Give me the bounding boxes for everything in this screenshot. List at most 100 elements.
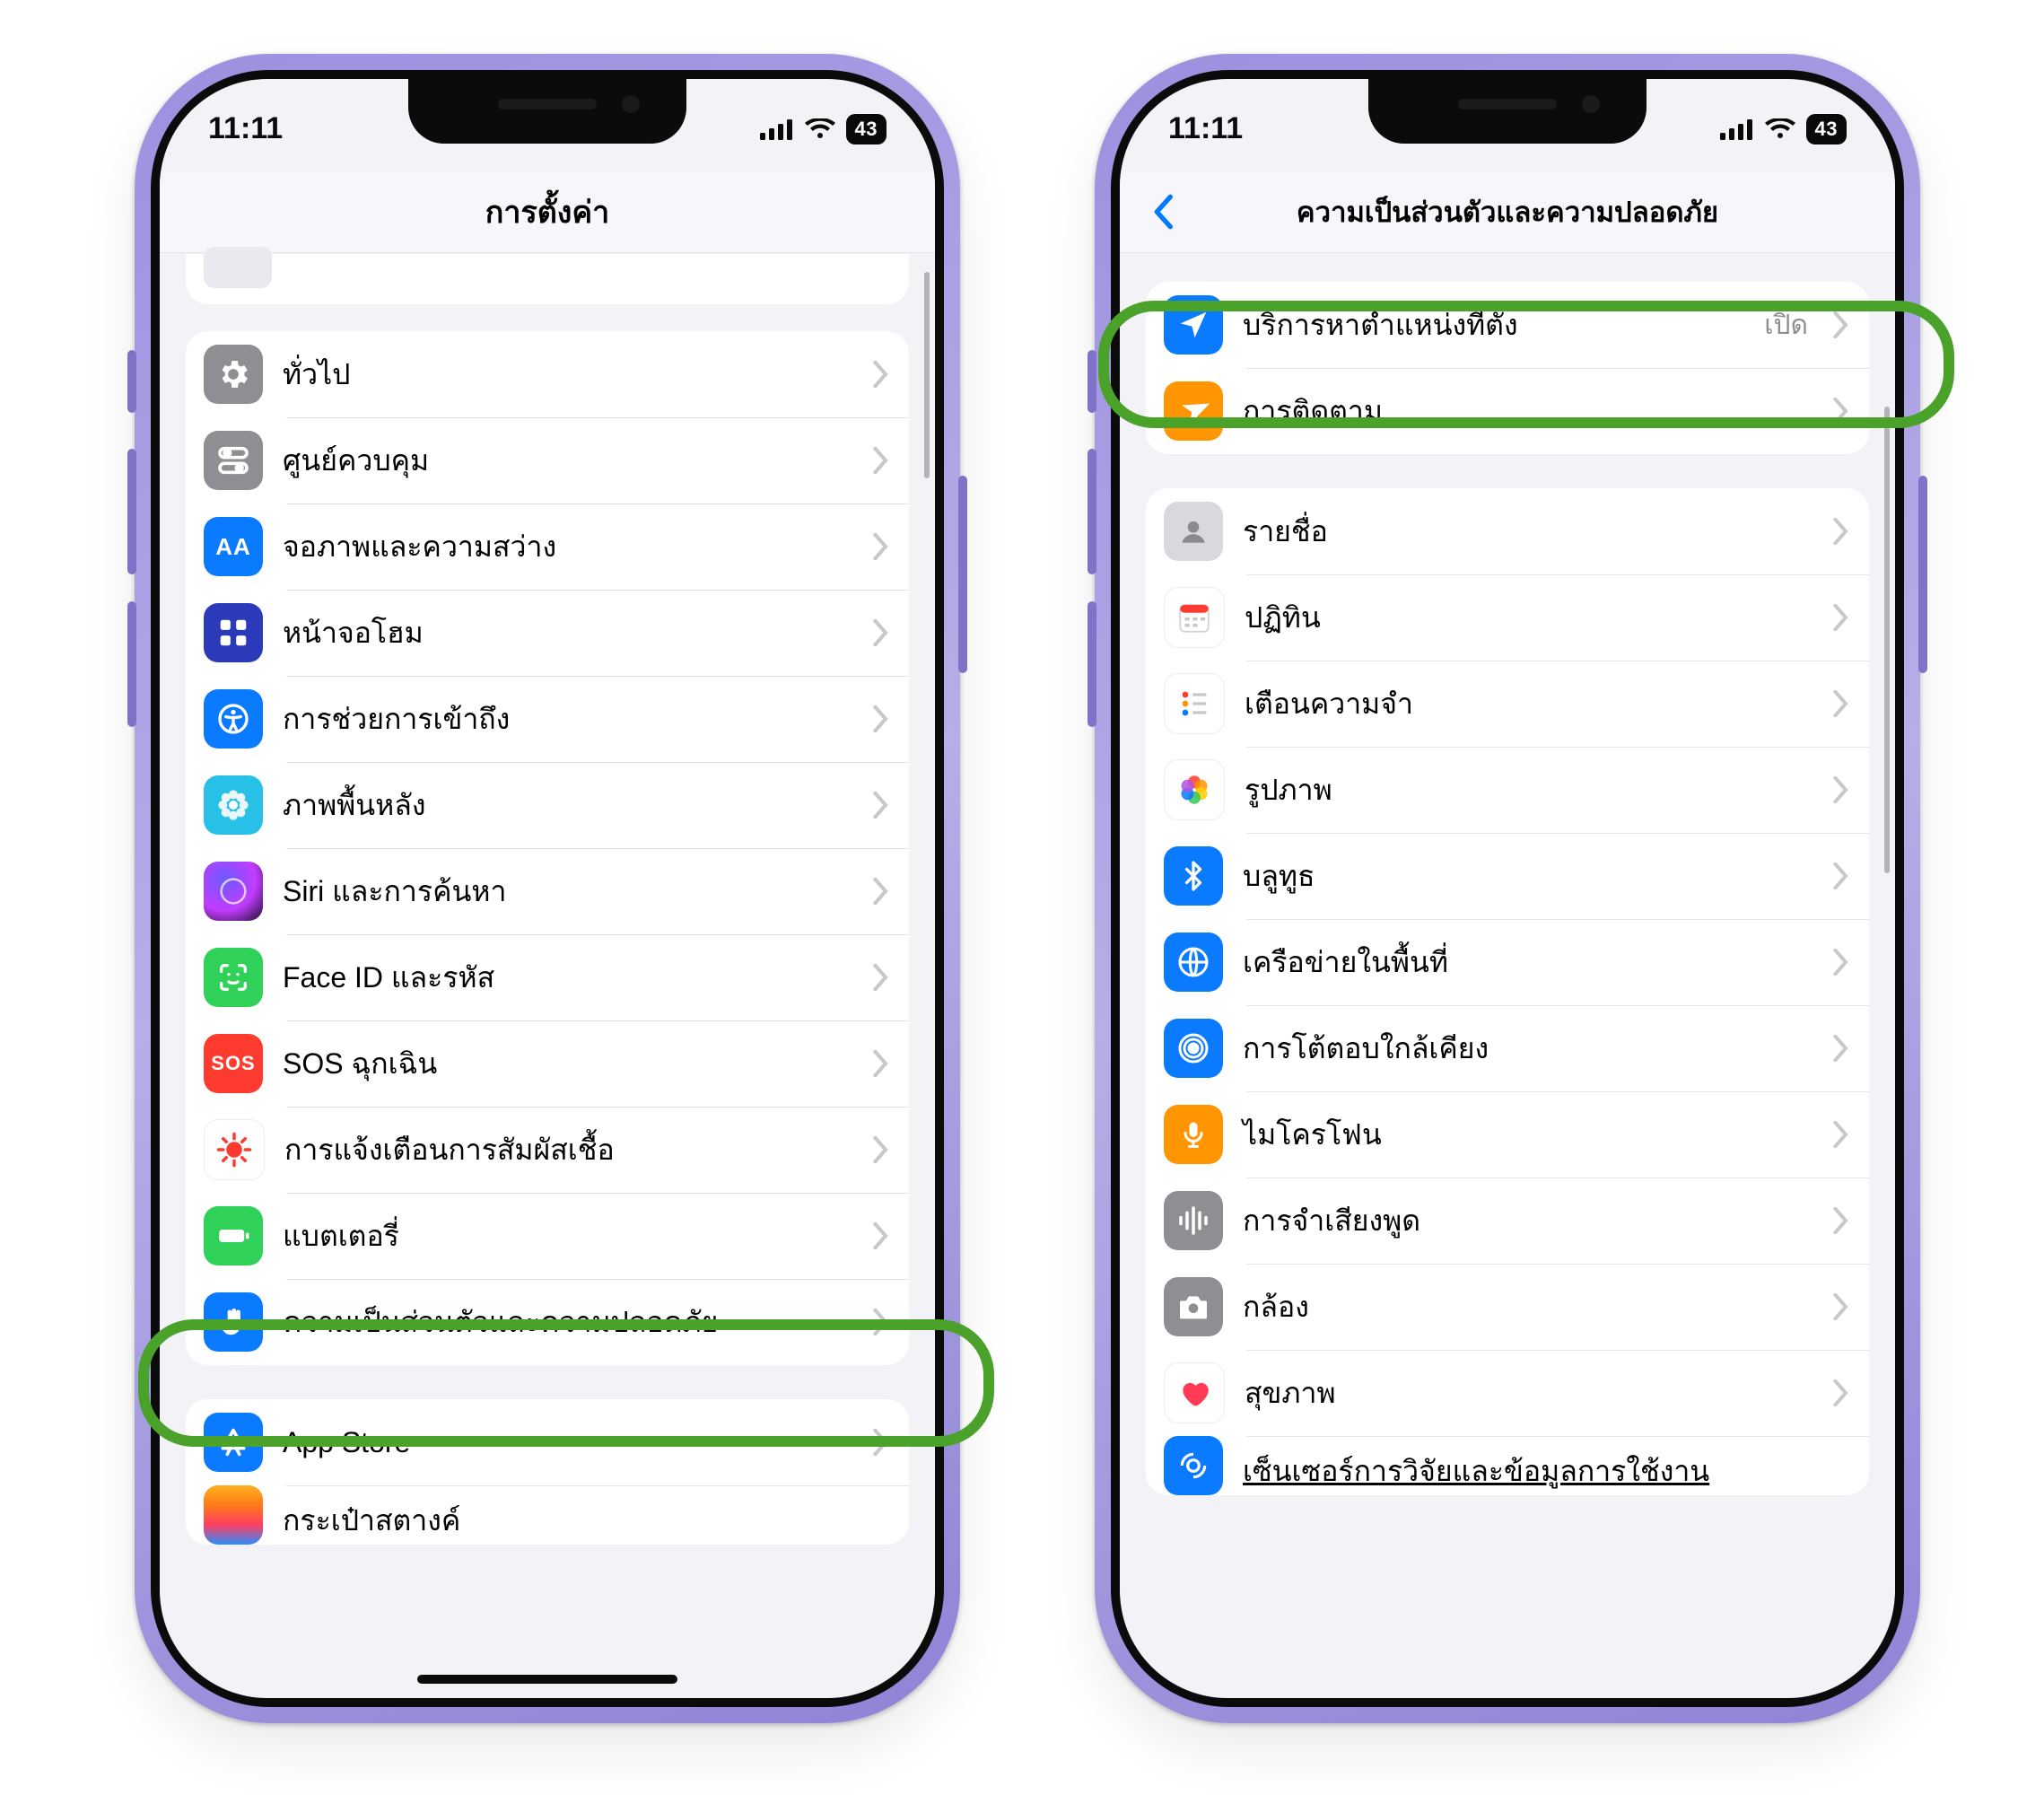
notch — [1368, 79, 1647, 144]
row-wallet[interactable]: กระเป๋าสตางค์ — [186, 1485, 909, 1545]
contacts-icon — [1164, 502, 1223, 561]
accessibility-icon — [204, 689, 263, 749]
privacy-section-top: บริการหาตำแหน่งที่ตั้ง เปิด การติดตาม — [1145, 281, 1870, 455]
row-siri[interactable]: Siri และการค้นหา — [186, 848, 909, 934]
row-label: การจำเสียงพูด — [1243, 1198, 1813, 1244]
sensor-icon — [1164, 1436, 1223, 1495]
row-label: บริการหาตำแหน่งที่ตั้ง — [1243, 302, 1744, 348]
row-sos[interactable]: SOS SOS ฉุกเฉิน — [186, 1020, 909, 1107]
row-accessibility[interactable]: การช่วยการเข้าถึง — [186, 676, 909, 762]
row-faceid[interactable]: Face ID และรหัส — [186, 934, 909, 1020]
chevron-right-icon — [873, 447, 889, 474]
nearby-icon — [1164, 1019, 1223, 1078]
row-privacy[interactable]: ความเป็นส่วนตัวและความปลอดภัย — [186, 1279, 909, 1365]
microphone-icon — [1164, 1105, 1223, 1164]
row-tracking[interactable]: การติดตาม — [1146, 368, 1869, 454]
row-reminders[interactable]: เตือนความจำ — [1146, 661, 1869, 747]
back-button[interactable] — [1145, 194, 1181, 230]
chevron-right-icon — [1833, 1293, 1849, 1320]
row-label: ความเป็นส่วนตัวและความปลอดภัย — [283, 1300, 853, 1345]
row-home-screen[interactable]: หน้าจอโฮม — [186, 590, 909, 676]
chevron-right-icon — [873, 533, 889, 560]
row-label: กระเป๋าสตางค์ — [283, 1498, 889, 1544]
row-value: เปิด — [1764, 304, 1808, 346]
camera-icon — [1164, 1277, 1223, 1336]
privacy-section-data: รายชื่อ ปฏิทิน — [1145, 487, 1870, 1496]
sos-icon: SOS — [204, 1034, 263, 1093]
row-label: จอภาพและความสว่าง — [283, 524, 853, 570]
row-general[interactable]: ทั่วไป — [186, 331, 909, 417]
scrollbar[interactable] — [1884, 407, 1890, 873]
row-wallpaper[interactable]: ภาพพื้นหลัง — [186, 762, 909, 848]
chevron-right-icon — [1833, 604, 1849, 631]
battery-level: 43 — [1806, 114, 1847, 144]
row-label: กล้อง — [1243, 1284, 1813, 1330]
heart-icon — [1164, 1362, 1225, 1423]
row-control-center[interactable]: ศูนย์ควบคุม — [186, 417, 909, 503]
virus-icon — [204, 1119, 265, 1180]
row-bluetooth[interactable]: บลูทูธ — [1146, 833, 1869, 919]
chevron-right-icon — [1833, 949, 1849, 976]
row-photos[interactable]: รูปภาพ — [1146, 747, 1869, 833]
chevron-right-icon — [873, 878, 889, 905]
row-speech[interactable]: การจำเสียงพูด — [1146, 1178, 1869, 1264]
row-microphone[interactable]: ไมโครโฟน — [1146, 1091, 1869, 1178]
reminders-icon — [1164, 673, 1225, 734]
settings-section-apps: App Store กระเป๋าสตางค์ — [185, 1398, 910, 1545]
row-contacts[interactable]: รายชื่อ — [1146, 488, 1869, 574]
gear-icon — [204, 345, 263, 404]
screen-privacy: 11:11 43 ความเป็นส่วนตัวและความปลอดภัย — [1120, 79, 1895, 1698]
chevron-right-icon — [1833, 862, 1849, 889]
row-nearby[interactable]: การโต้ตอบใกล้เคียง — [1146, 1005, 1869, 1091]
wallet-icon — [204, 1485, 263, 1545]
row-label: App Store — [283, 1426, 853, 1459]
row-location-services[interactable]: บริการหาตำแหน่งที่ตั้ง เปิด — [1146, 282, 1869, 368]
row-health[interactable]: สุขภาพ — [1146, 1350, 1869, 1436]
row-local-network[interactable]: เครือข่ายในพื้นที่ — [1146, 919, 1869, 1005]
faceid-icon — [204, 948, 263, 1007]
row-research[interactable]: เซ็นเซอร์การวิจัยและข้อมูลการใช้งาน — [1146, 1436, 1869, 1495]
settings-section-main: ทั่วไป ศูนย์ควบคุม AA จอภาพ — [185, 330, 910, 1366]
row-exposure[interactable]: การแจ้งเตือนการสัมผัสเชื้อ — [186, 1107, 909, 1193]
row-label: ภาพพื้นหลัง — [283, 783, 853, 828]
chevron-right-icon — [873, 1136, 889, 1163]
row-label: การแจ้งเตือนการสัมผัสเชื้อ — [284, 1127, 853, 1173]
row-label: ปฏิทิน — [1245, 595, 1813, 641]
row-label: Face ID และรหัส — [283, 955, 853, 1001]
chevron-right-icon — [1833, 1207, 1849, 1234]
row-display[interactable]: AA จอภาพและความสว่าง — [186, 503, 909, 590]
phone-mockup-right: 11:11 43 ความเป็นส่วนตัวและความปลอดภัย — [1095, 54, 1920, 1723]
row-label: รายชื่อ — [1243, 509, 1813, 555]
status-time: 11:11 — [208, 111, 283, 146]
navbar-settings: การตั้งค่า — [160, 171, 935, 253]
chevron-right-icon — [873, 1429, 889, 1456]
row-battery[interactable]: แบตเตอรี่ — [186, 1193, 909, 1279]
chevron-right-icon — [1833, 1121, 1849, 1148]
row-label: แบตเตอรี่ — [283, 1213, 853, 1259]
toggles-icon — [204, 431, 263, 490]
row-calendar[interactable]: ปฏิทิน — [1146, 574, 1869, 661]
row-app-store[interactable]: App Store — [186, 1399, 909, 1485]
row-label: การติดตาม — [1243, 389, 1813, 434]
row-label: เตือนความจำ — [1245, 681, 1813, 727]
cellular-icon — [760, 118, 794, 140]
location-arrow-icon — [1164, 295, 1223, 355]
chevron-right-icon — [873, 1222, 889, 1249]
row-camera[interactable]: กล้อง — [1146, 1264, 1869, 1350]
status-time: 11:11 — [1168, 111, 1243, 146]
row-label: บลูทูธ — [1243, 854, 1813, 899]
scrollbar[interactable] — [924, 272, 930, 478]
chevron-right-icon — [1833, 690, 1849, 717]
flower-icon — [204, 775, 263, 835]
chevron-right-icon — [1833, 311, 1849, 338]
home-indicator[interactable] — [417, 1675, 677, 1684]
calendar-icon — [1164, 587, 1225, 648]
notch — [408, 79, 686, 144]
row-label: การช่วยการเข้าถึง — [283, 696, 853, 742]
row-label: SOS ฉุกเฉิน — [283, 1041, 853, 1087]
row-label: หน้าจอโฮม — [283, 610, 853, 656]
row-label: ทั่วไป — [283, 352, 853, 398]
row-label: การโต้ตอบใกล้เคียง — [1243, 1026, 1813, 1072]
hand-icon — [204, 1292, 263, 1352]
chevron-right-icon — [873, 1050, 889, 1077]
